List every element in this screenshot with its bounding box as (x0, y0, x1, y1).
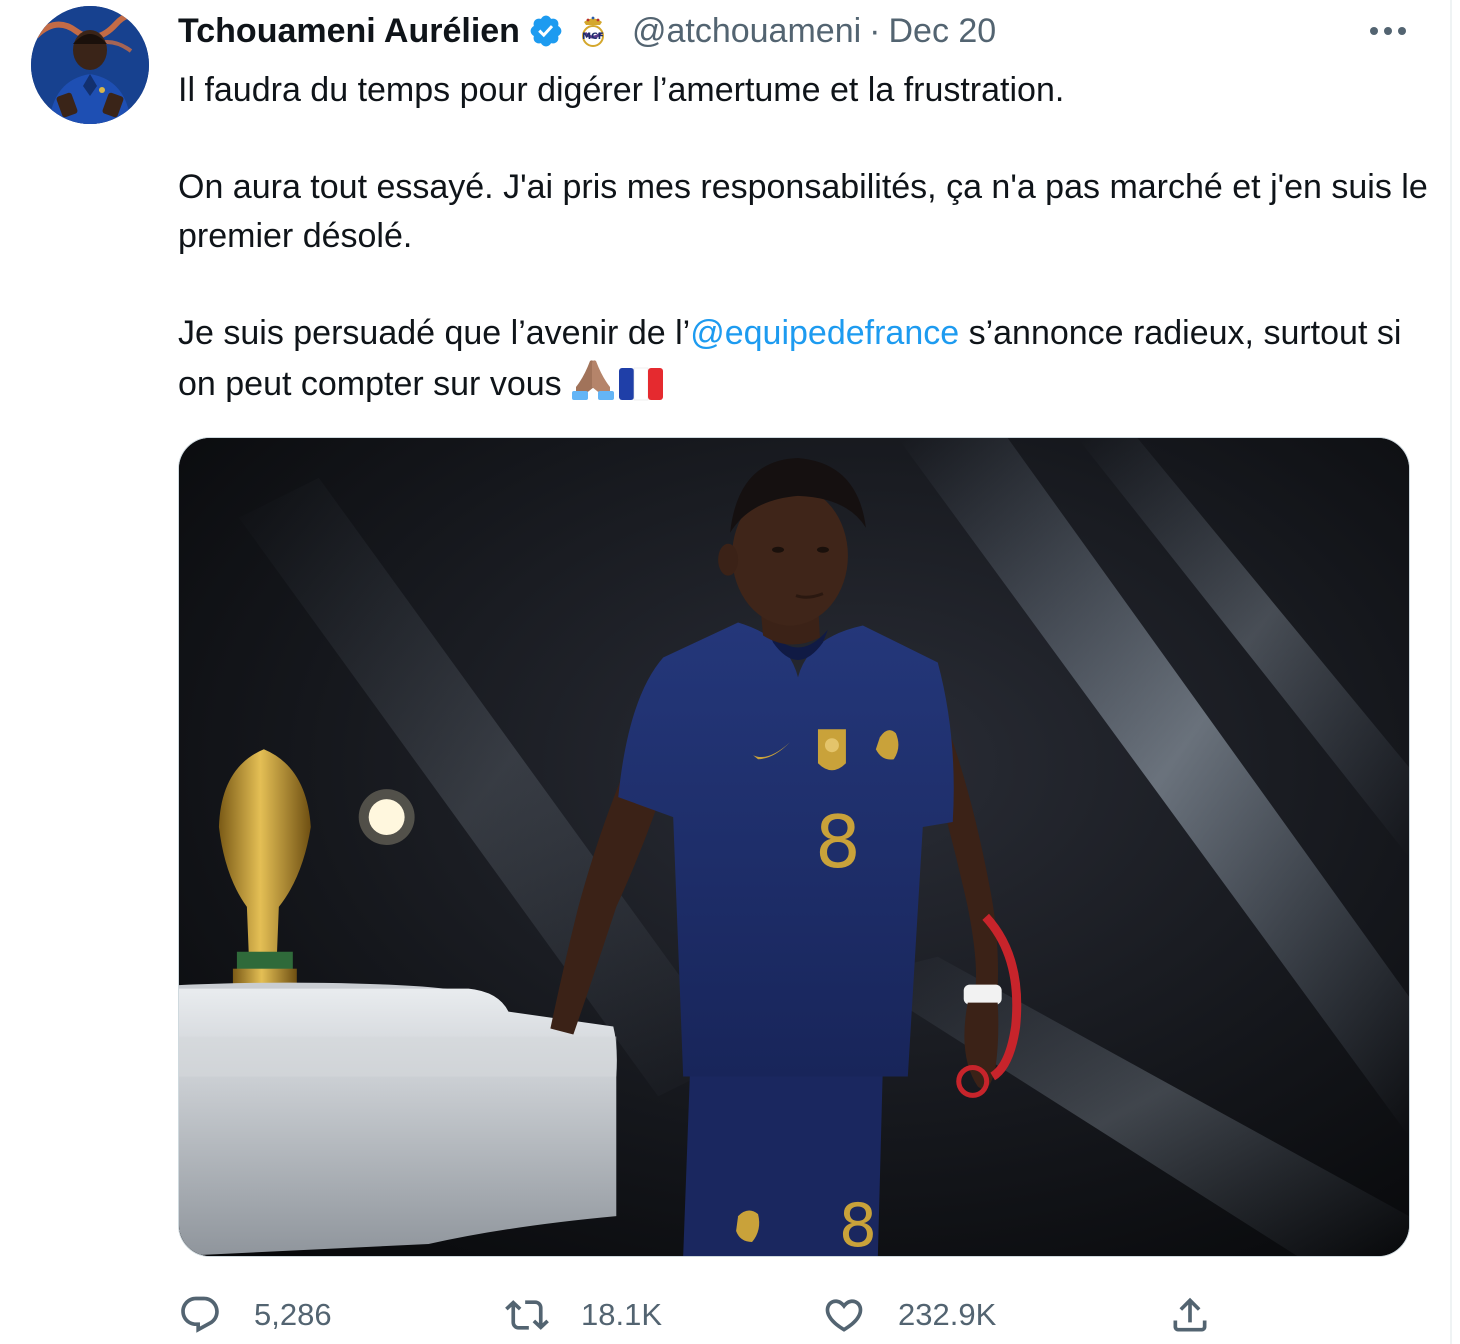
france-flag-emoji-icon (618, 366, 664, 401)
retweet-button[interactable]: 18.1K (505, 1290, 662, 1340)
timeline-border (1450, 0, 1452, 1344)
tweet-date[interactable]: Dec 20 (888, 12, 996, 51)
tweet-card: Tchouameni Aurélien MCF @atchouameni · D… (0, 0, 1460, 1344)
verified-badge-icon[interactable] (528, 13, 564, 49)
tweet-paragraph-3: Je suis persuadé que l’avenir de l’@equi… (178, 309, 1428, 409)
tweet-text: Il faudra du temps pour digérer l’amertu… (178, 66, 1428, 409)
tweet-photo[interactable]: 8 8 (178, 437, 1410, 1257)
svg-text:8: 8 (839, 1191, 877, 1256)
tweet-paragraph-2: On aura tout essayé. J'ai pris mes respo… (178, 168, 1428, 255)
tweet-paragraph-3-start: Je suis persuadé que l’avenir de l’ (178, 313, 691, 352)
retweet-icon (505, 1300, 549, 1330)
avatar[interactable] (31, 6, 149, 124)
tweet-paragraph-1: Il faudra du temps pour digérer l’amertu… (178, 71, 1065, 109)
header-separator: · (869, 11, 881, 50)
folded-hands-emoji-icon (570, 357, 616, 401)
svg-text:8: 8 (815, 800, 861, 884)
like-button[interactable]: 232.9K (822, 1290, 996, 1340)
reply-icon (181, 1296, 219, 1333)
author-handle[interactable]: @atchouameni (632, 12, 861, 51)
more-horizontal-icon (1370, 27, 1406, 35)
tweet-header: Tchouameni Aurélien MCF @atchouameni · D… (178, 8, 996, 54)
reply-count: 5,286 (254, 1297, 332, 1332)
avatar-image (31, 6, 149, 124)
share-icon (1173, 1297, 1207, 1332)
reply-button[interactable]: 5,286 (178, 1290, 332, 1340)
more-options-button[interactable] (1366, 18, 1410, 44)
retweet-count: 18.1K (581, 1297, 663, 1332)
photo-player-with-trophy: 8 8 (179, 438, 1409, 1256)
svg-text:MCF: MCF (582, 32, 604, 42)
real-madrid-crest-icon: MCF (578, 14, 608, 48)
display-name[interactable]: Tchouameni Aurélien (178, 12, 520, 51)
tweet-actions: 5,286 18.1K 232.9K (178, 1290, 1418, 1340)
heart-icon (825, 1299, 863, 1332)
like-count: 232.9K (898, 1297, 997, 1332)
share-button[interactable] (1168, 1290, 1212, 1340)
mention-link[interactable]: @equipedefrance (690, 314, 959, 352)
